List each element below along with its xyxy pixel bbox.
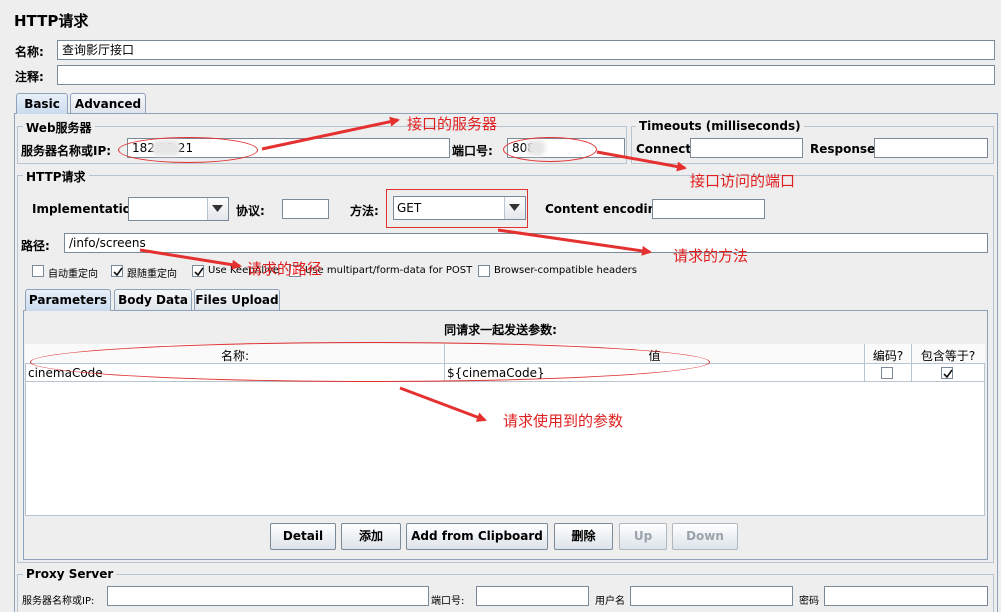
- server-label: 服务器名称或IP:: [21, 144, 112, 158]
- path-input[interactable]: /info/screens: [64, 233, 988, 253]
- chevron-down-icon[interactable]: [207, 198, 228, 220]
- follow-redirect-checkbox[interactable]: [111, 265, 123, 277]
- annotation-method: 请求的方法: [673, 247, 749, 265]
- proxy-password-input[interactable]: [824, 586, 988, 606]
- browser-headers-checkbox[interactable]: [478, 265, 490, 277]
- annotation-server: 接口的服务器: [407, 115, 498, 133]
- name-input[interactable]: 查询影厅接口: [57, 40, 995, 60]
- proxy-user-input[interactable]: [630, 586, 793, 606]
- encoding-input[interactable]: [652, 199, 765, 219]
- check-icon: [194, 267, 204, 277]
- follow-redirect-label: 跟随重定向: [127, 269, 177, 280]
- tab-parameters[interactable]: Parameters: [25, 289, 111, 311]
- response-label: Response:: [810, 142, 880, 156]
- encoding-label: Content encoding:: [545, 202, 670, 216]
- http-request-legend: HTTP请求: [23, 168, 89, 185]
- proxy-port-input[interactable]: [476, 586, 589, 606]
- keepalive-checkbox[interactable]: [192, 265, 204, 277]
- add-button[interactable]: 添加: [341, 523, 401, 550]
- protocol-input[interactable]: [282, 199, 329, 219]
- param-encode-checkbox[interactable]: [881, 367, 893, 379]
- connect-label: Connect:: [636, 142, 696, 156]
- params-header-include-equals[interactable]: 包含等于?: [912, 347, 984, 364]
- check-icon: [943, 369, 953, 379]
- protocol-label: 协议:: [236, 204, 265, 218]
- check-icon: [113, 267, 123, 277]
- annotation-port: 接口访问的端口: [690, 172, 796, 190]
- path-label: 路径:: [21, 239, 50, 253]
- comment-label: 注释:: [15, 70, 44, 84]
- add-from-clipboard-button[interactable]: Add from Clipboard: [406, 523, 548, 550]
- proxy-user-label: 用户名: [595, 596, 625, 607]
- method-label: 方法:: [350, 204, 379, 218]
- timeouts-legend: Timeouts (milliseconds): [636, 119, 804, 133]
- detail-button[interactable]: Detail: [270, 523, 336, 550]
- page-title: HTTP请求: [14, 12, 89, 30]
- multipart-label: Use multipart/form-data for POST: [305, 265, 473, 276]
- port-highlight-ellipse: [503, 137, 597, 162]
- tab-files-upload[interactable]: Files Upload: [194, 289, 280, 310]
- params-highlight-ellipse: [30, 342, 710, 382]
- name-label: 名称:: [15, 45, 44, 59]
- proxy-server-label: 服务器名称或IP:: [22, 596, 95, 607]
- port-label: 端口号:: [452, 144, 493, 158]
- annotation-path: 请求的路径: [247, 260, 323, 278]
- auto-redirect-label: 自动重定向: [48, 269, 98, 280]
- proxy-server-input[interactable]: [107, 586, 429, 606]
- params-header-encode[interactable]: 编码?: [865, 347, 911, 364]
- connect-input[interactable]: [690, 138, 803, 158]
- tab-basic[interactable]: Basic: [16, 93, 68, 114]
- proxy-port-label: 端口号:: [431, 596, 465, 607]
- proxy-legend: Proxy Server: [23, 567, 117, 581]
- tab-body-data[interactable]: Body Data: [114, 289, 192, 310]
- annotation-params: 请求使用到的参数: [503, 412, 624, 430]
- up-button[interactable]: Up: [619, 523, 667, 550]
- web-server-legend: Web服务器: [23, 119, 95, 136]
- method-highlight-box: [386, 189, 528, 228]
- proxy-password-label: 密码: [799, 596, 819, 607]
- auto-redirect-checkbox[interactable]: [32, 265, 44, 277]
- browser-headers-label: Browser-compatible headers: [494, 265, 637, 276]
- response-input[interactable]: [874, 138, 988, 158]
- server-highlight-ellipse: [118, 137, 258, 163]
- param-include-equals-checkbox[interactable]: [941, 367, 953, 379]
- tab-advanced[interactable]: Advanced: [70, 93, 146, 113]
- down-button[interactable]: Down: [672, 523, 738, 550]
- implementation-dropdown[interactable]: [128, 197, 229, 221]
- comment-input[interactable]: [57, 65, 995, 85]
- delete-button[interactable]: 删除: [554, 523, 613, 550]
